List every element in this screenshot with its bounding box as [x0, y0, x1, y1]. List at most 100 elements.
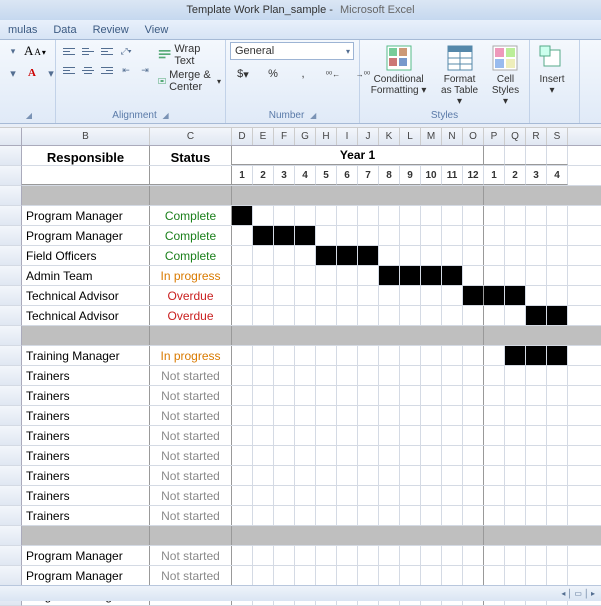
cell[interactable] — [337, 186, 358, 205]
cell[interactable] — [442, 486, 463, 505]
cell[interactable] — [358, 246, 379, 265]
cell[interactable] — [463, 466, 484, 485]
ribbon-tab[interactable]: mulas — [0, 21, 45, 39]
cell[interactable] — [421, 446, 442, 465]
cell[interactable] — [274, 406, 295, 425]
cell[interactable] — [421, 186, 442, 205]
cell[interactable] — [505, 306, 526, 325]
cell[interactable] — [253, 486, 274, 505]
cell[interactable] — [526, 146, 547, 165]
cell[interactable] — [505, 186, 526, 205]
column-header[interactable]: R — [526, 128, 547, 145]
row-header[interactable] — [0, 346, 22, 366]
column-header[interactable]: B — [22, 128, 150, 145]
cell[interactable] — [442, 286, 463, 305]
cell[interactable] — [295, 326, 316, 345]
cell[interactable]: 1 — [232, 166, 253, 185]
cell[interactable] — [316, 486, 337, 505]
cell[interactable]: Training Manager — [22, 346, 150, 365]
cell[interactable] — [505, 206, 526, 225]
column-header[interactable]: K — [379, 128, 400, 145]
cell[interactable] — [232, 306, 253, 325]
align-left-icon[interactable] — [60, 61, 78, 79]
cell[interactable] — [295, 466, 316, 485]
cell[interactable]: 3 — [526, 166, 547, 185]
cell[interactable] — [484, 206, 505, 225]
column-header[interactable]: C — [150, 128, 232, 145]
cell[interactable] — [253, 206, 274, 225]
cell[interactable] — [379, 466, 400, 485]
cell[interactable] — [463, 526, 484, 545]
cell[interactable] — [316, 246, 337, 265]
cell[interactable] — [547, 266, 568, 285]
cell[interactable]: Not started — [150, 466, 232, 485]
cell[interactable] — [358, 186, 379, 205]
align-bottom-icon[interactable] — [98, 42, 116, 60]
cell-styles-button[interactable]: Cell Styles ▾ — [486, 42, 525, 109]
cell[interactable] — [274, 206, 295, 225]
cell[interactable] — [421, 306, 442, 325]
cell[interactable] — [421, 406, 442, 425]
column-header[interactable]: F — [274, 128, 295, 145]
cell[interactable]: Trainers — [22, 406, 150, 425]
scroll-right-icon[interactable]: ▸ — [591, 589, 595, 598]
cell[interactable] — [484, 286, 505, 305]
cell[interactable] — [463, 506, 484, 525]
cell[interactable]: Trainers — [22, 366, 150, 385]
cell[interactable] — [337, 406, 358, 425]
cell[interactable] — [358, 486, 379, 505]
row-header[interactable] — [0, 406, 22, 426]
cell[interactable] — [526, 286, 547, 305]
cell[interactable] — [463, 226, 484, 245]
cell[interactable] — [150, 526, 232, 545]
cell[interactable] — [505, 226, 526, 245]
cell[interactable] — [547, 386, 568, 405]
cell[interactable]: Program Manager — [22, 566, 150, 585]
cell[interactable] — [442, 406, 463, 425]
cell[interactable] — [295, 386, 316, 405]
cell[interactable] — [400, 466, 421, 485]
cell[interactable] — [274, 486, 295, 505]
cell[interactable] — [22, 186, 150, 205]
cell[interactable] — [358, 546, 379, 565]
cell[interactable] — [505, 146, 526, 165]
cell[interactable]: Not started — [150, 546, 232, 565]
cell[interactable] — [484, 326, 505, 345]
align-center-icon[interactable] — [79, 61, 97, 79]
cell[interactable] — [547, 486, 568, 505]
cell[interactable]: Not started — [150, 486, 232, 505]
cell[interactable] — [484, 186, 505, 205]
cell[interactable]: Trainers — [22, 466, 150, 485]
cell[interactable] — [337, 326, 358, 345]
cell[interactable] — [463, 246, 484, 265]
cell[interactable] — [463, 206, 484, 225]
cell[interactable] — [316, 546, 337, 565]
cell[interactable] — [253, 466, 274, 485]
column-header[interactable]: Q — [505, 128, 526, 145]
cell[interactable]: Admin Team — [22, 266, 150, 285]
cell[interactable] — [337, 366, 358, 385]
cell[interactable]: 12 — [463, 166, 484, 185]
header-responsible[interactable]: Responsible — [22, 146, 150, 165]
cell[interactable] — [274, 266, 295, 285]
cell[interactable] — [526, 446, 547, 465]
cell[interactable] — [379, 366, 400, 385]
cell[interactable] — [337, 206, 358, 225]
cell[interactable]: Program Manager — [22, 226, 150, 245]
cell[interactable] — [232, 286, 253, 305]
cell[interactable]: Complete — [150, 206, 232, 225]
cell[interactable] — [547, 226, 568, 245]
conditional-formatting-button[interactable]: Conditional Formatting ▾ — [364, 42, 433, 98]
cell[interactable] — [379, 546, 400, 565]
cell[interactable] — [316, 226, 337, 245]
cell[interactable] — [547, 426, 568, 445]
cell[interactable] — [232, 546, 253, 565]
cell[interactable] — [442, 346, 463, 365]
cell[interactable] — [253, 426, 274, 445]
cell[interactable] — [150, 186, 232, 205]
cell[interactable] — [400, 186, 421, 205]
merge-center-button[interactable]: Merge & Center ▾ — [158, 68, 221, 94]
font-dropdown-arrow-icon[interactable]: ▾ — [4, 42, 22, 60]
cell[interactable] — [484, 566, 505, 585]
cell[interactable] — [526, 346, 547, 365]
